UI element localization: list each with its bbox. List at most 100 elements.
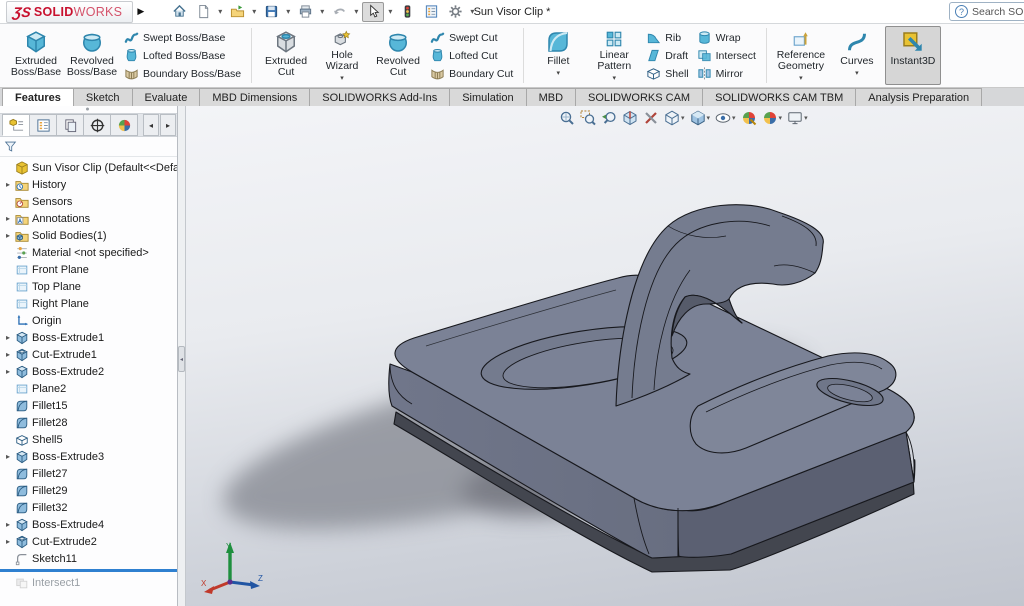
previous-view-button[interactable]	[600, 109, 618, 127]
tree-item-plane2[interactable]: Plane2	[0, 380, 177, 397]
tree-item-fillet28[interactable]: Fillet28	[0, 414, 177, 431]
tree-item-boss-extrude4[interactable]: ▸ Boss-Extrude4	[0, 516, 177, 533]
tree-item-fillet29[interactable]: Fillet29	[0, 482, 177, 499]
tree-filter[interactable]	[0, 137, 177, 157]
zoom-to-fit-button[interactable]	[558, 109, 576, 127]
tab-featuremanager[interactable]	[2, 114, 30, 136]
hide-show-items-button[interactable]: ▾	[714, 109, 737, 127]
tree-item-cut-extrude1[interactable]: ▸ Cut-Extrude1	[0, 346, 177, 363]
dropdown-arrow[interactable]: ▾	[681, 114, 685, 122]
undo-dropdown-arrow[interactable]: ▾	[354, 7, 358, 16]
tab-evaluate[interactable]: Evaluate	[132, 88, 201, 106]
reference-geometry-button[interactable]: Reference Geometry	[773, 26, 829, 85]
tree-item-fillet32[interactable]: Fillet32	[0, 499, 177, 516]
options-button[interactable]	[444, 2, 466, 22]
new-dropdown-arrow[interactable]: ▾	[218, 7, 222, 16]
tree-item-shell5[interactable]: Shell5	[0, 431, 177, 448]
undo-button[interactable]	[328, 2, 350, 22]
tree-item-right-plane[interactable]: Right Plane	[0, 295, 177, 312]
swept-cut-button[interactable]: Swept Cut	[428, 30, 515, 45]
revolved-cut-button[interactable]: Revolved Cut	[370, 26, 426, 85]
tab-displaymanager[interactable]	[110, 114, 138, 136]
panel-collapse-handle[interactable]: ◂	[178, 346, 185, 372]
tab-solidworks-add-ins[interactable]: SOLIDWORKS Add-Ins	[309, 88, 450, 106]
home-button[interactable]	[168, 2, 190, 22]
lofted-cut-button[interactable]: Lofted Cut	[428, 48, 515, 63]
swept-boss-base-button[interactable]: Swept Boss/Base	[122, 30, 243, 45]
model-sun-visor-clip[interactable]	[186, 106, 1024, 606]
tab-mbd-dimensions[interactable]: MBD Dimensions	[199, 88, 310, 106]
apply-scene-button[interactable]: ▾	[761, 109, 784, 127]
panel-tab-scroll-right[interactable]: ▸	[160, 114, 176, 136]
zoom-to-area-button[interactable]	[579, 109, 597, 127]
linear-pattern-button[interactable]: Linear Pattern	[586, 26, 642, 85]
tree-item-intersect1[interactable]: Intersect1	[0, 574, 177, 591]
save-button[interactable]	[260, 2, 282, 22]
lofted-boss-base-button[interactable]: Lofted Boss/Base	[122, 48, 243, 63]
file-properties-button[interactable]	[420, 2, 442, 22]
extruded-cut-button[interactable]: Extruded Cut	[258, 26, 314, 85]
tree-item-annotations[interactable]: ▸ Annotations	[0, 210, 177, 227]
boundary-cut-button[interactable]: Boundary Cut	[428, 66, 515, 81]
tree-item-cut-extrude2[interactable]: ▸ Cut-Extrude2	[0, 533, 177, 550]
view-orientation-button[interactable]: ▾	[663, 109, 686, 127]
save-dropdown-arrow[interactable]: ▾	[286, 7, 290, 16]
tree-item-history[interactable]: ▸ History	[0, 176, 177, 193]
boundary-boss-base-button[interactable]: Boundary Boss/Base	[122, 66, 243, 81]
dropdown-arrow[interactable]: ▾	[779, 114, 783, 122]
tab-propertymanager[interactable]	[29, 114, 57, 136]
instant3d-button[interactable]: Instant3D	[885, 26, 941, 85]
rib-button[interactable]: Rib	[644, 30, 690, 45]
dynamic-annotation-button[interactable]	[642, 109, 660, 127]
open-dropdown-arrow[interactable]: ▾	[252, 7, 256, 16]
options-dropdown-arrow[interactable]: ▾	[470, 7, 474, 16]
view-settings-button[interactable]: ▾	[786, 109, 809, 127]
tab-solidworks-cam[interactable]: SOLIDWORKS CAM	[575, 88, 703, 106]
solidworks-logo[interactable]: ƷS SOLIDWORKS	[6, 1, 133, 23]
edit-appearance-button[interactable]	[740, 109, 758, 127]
tree-item-front-plane[interactable]: Front Plane	[0, 261, 177, 278]
extruded-boss-base-button[interactable]: Extruded Boss/Base	[8, 26, 64, 85]
tab-mbd[interactable]: MBD	[526, 88, 576, 106]
panel-tab-scroll-left[interactable]: ◂	[143, 114, 159, 136]
tree-item-sensors[interactable]: Sensors	[0, 193, 177, 210]
revolved-boss-base-button[interactable]: Revolved Boss/Base	[64, 26, 120, 85]
display-style-button[interactable]: ▾	[689, 109, 712, 127]
tree-item-top-plane[interactable]: Top Plane	[0, 278, 177, 295]
dropdown-arrow[interactable]: ▾	[732, 114, 736, 122]
help-icon[interactable]: ?	[955, 5, 968, 18]
rebuild-button[interactable]	[396, 2, 418, 22]
tree-item-solid-bodies-1[interactable]: ▸ Solid Bodies(1)	[0, 227, 177, 244]
rollback-bar[interactable]	[0, 569, 177, 572]
search-box[interactable]: ? Search SOLIDW	[949, 2, 1024, 21]
tab-features[interactable]: Features	[2, 88, 74, 106]
search-input[interactable]: Search SOLIDW	[972, 6, 1024, 18]
wrap-button[interactable]: Wrap	[695, 30, 758, 45]
dropdown-arrow[interactable]: ▾	[804, 114, 808, 122]
tree-root-sun-visor-clip[interactable]: Sun Visor Clip (Default<<Default>	[0, 159, 177, 176]
panel-grip[interactable]: ●	[0, 106, 177, 113]
tab-simulation[interactable]: Simulation	[449, 88, 526, 106]
tree-item-sketch11[interactable]: Sketch11	[0, 550, 177, 567]
panel-splitter[interactable]: ◂	[178, 106, 186, 606]
intersect-button[interactable]: Intersect	[695, 48, 758, 63]
tab-sketch[interactable]: Sketch	[73, 88, 133, 106]
hole-wizard-button[interactable]: Hole Wizard	[314, 26, 370, 85]
tab-configurationmanager[interactable]	[56, 114, 84, 136]
tree-item-boss-extrude1[interactable]: ▸ Boss-Extrude1	[0, 329, 177, 346]
tab-solidworks-cam-tbm[interactable]: SOLIDWORKS CAM TBM	[702, 88, 856, 106]
tree-item-boss-extrude2[interactable]: ▸ Boss-Extrude2	[0, 363, 177, 380]
print-button[interactable]	[294, 2, 316, 22]
fillet-button[interactable]: Fillet	[530, 26, 586, 85]
tree-item-material-not-specified[interactable]: Material <not specified>	[0, 244, 177, 261]
menu-expand-arrow[interactable]: ▶	[137, 6, 144, 17]
tab-analysis-preparation[interactable]: Analysis Preparation	[855, 88, 982, 106]
print-dropdown-arrow[interactable]: ▾	[320, 7, 324, 16]
tree-item-fillet15[interactable]: Fillet15	[0, 397, 177, 414]
curves-button[interactable]: Curves	[829, 26, 885, 85]
dropdown-arrow[interactable]: ▾	[707, 114, 711, 122]
graphics-viewport[interactable]: ▾ ▾ ▾ ▾ ▾ Y X Z	[186, 106, 1024, 606]
new-document-button[interactable]	[192, 2, 214, 22]
open-button[interactable]	[226, 2, 248, 22]
select-tool-button[interactable]	[362, 2, 384, 22]
